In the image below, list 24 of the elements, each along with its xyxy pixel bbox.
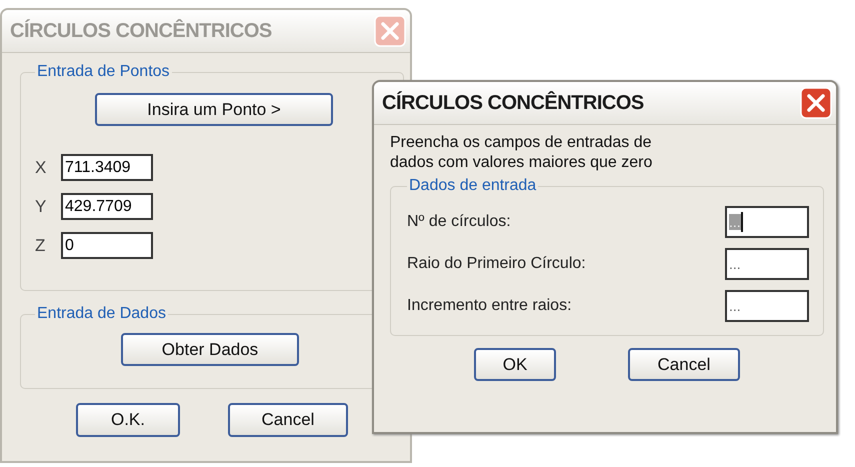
dialog-button[interactable]: O.K. xyxy=(76,403,180,437)
coordinate-field[interactable]: 711.3409 xyxy=(61,154,153,181)
dialog-button[interactable]: Cancel xyxy=(628,348,740,381)
window-title: CÍRCULOS CONCÊNTRICOS xyxy=(10,20,272,42)
close-icon[interactable] xyxy=(800,87,832,119)
dialog-button[interactable]: OK xyxy=(474,348,556,381)
field-label: Y xyxy=(35,196,48,216)
input-field[interactable]: ... xyxy=(725,248,809,280)
field-label: Incremento entre raios: xyxy=(407,297,572,315)
field-label: Raio do Primeiro Círculo: xyxy=(407,255,586,273)
insert-point-button[interactable]: Insira um Ponto > xyxy=(95,93,333,126)
instruction-text: Preencha os campos de entradas de dados com valores maiores que zero xyxy=(390,133,654,173)
get-data-button[interactable]: Obter Dados xyxy=(121,333,299,366)
field-label: Nº de círculos: xyxy=(407,213,511,231)
coordinate-field[interactable]: 429.7709 xyxy=(61,193,153,220)
dialog-button[interactable]: Cancel xyxy=(228,403,348,437)
group-label: Entrada de Dados xyxy=(36,305,167,323)
group-label: Dados de entrada xyxy=(408,177,538,195)
group-label: Entrada de Pontos xyxy=(36,63,171,81)
window-title: CÍRCULOS CONCÊNTRICOS xyxy=(382,92,644,114)
coordinate-field[interactable]: 0 xyxy=(61,232,153,259)
field-label: Z xyxy=(35,236,46,256)
input-field[interactable]: ... xyxy=(725,290,809,322)
field-label: X xyxy=(35,158,48,178)
